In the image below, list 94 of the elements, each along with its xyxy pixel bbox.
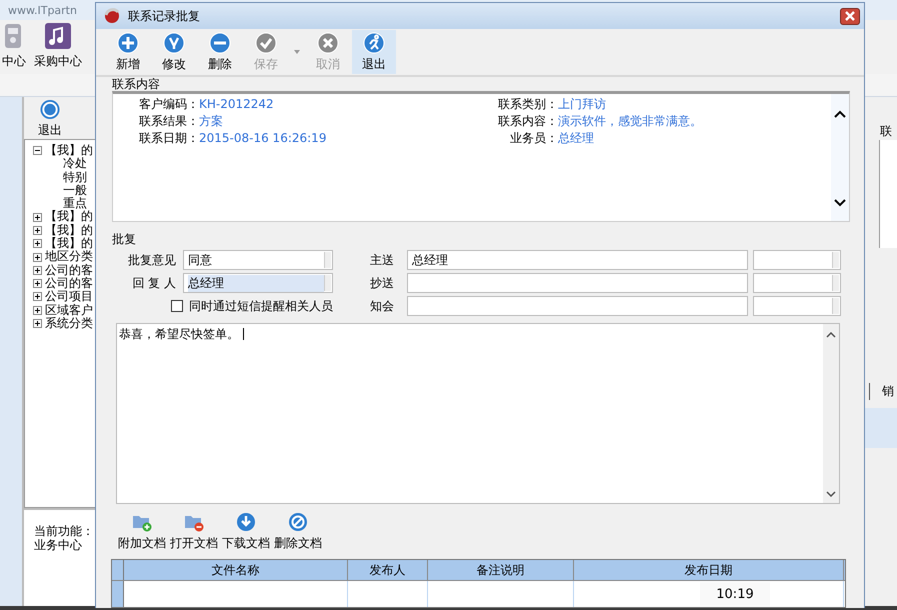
tree-item[interactable]: 公司的客 bbox=[45, 276, 93, 290]
expand-icon[interactable] bbox=[33, 212, 42, 222]
toolbar-button[interactable]: 修改 bbox=[152, 30, 196, 74]
tree-item[interactable]: 【我】的 bbox=[45, 144, 93, 158]
column-header[interactable]: 发布日期 bbox=[574, 560, 844, 580]
field-label: 联系内容： bbox=[497, 113, 558, 130]
collapse-icon[interactable] bbox=[33, 146, 42, 156]
music-icon bbox=[45, 23, 71, 49]
scroll-up-icon[interactable] bbox=[826, 332, 836, 338]
tree-item[interactable]: 【我】的 bbox=[45, 210, 93, 224]
column-header[interactable]: 发布人 bbox=[348, 560, 428, 580]
tree-item[interactable]: 【我】的 bbox=[45, 237, 93, 250]
opinion-dropdown[interactable]: 同意 bbox=[183, 250, 333, 270]
app-title: www.ITpartn bbox=[8, 4, 77, 16]
replier-dropdown[interactable]: 总经理 bbox=[183, 273, 333, 293]
header-bar bbox=[865, 408, 897, 448]
module-button[interactable]: 中心 bbox=[2, 23, 26, 70]
checkbox[interactable] bbox=[171, 300, 183, 312]
expand-icon[interactable] bbox=[33, 279, 42, 288]
field-label: 客户编码： bbox=[138, 96, 199, 113]
field-label: 回 复 人 bbox=[131, 274, 177, 292]
column-header[interactable]: 备注说明 bbox=[428, 560, 574, 580]
expand-icon[interactable] bbox=[33, 239, 42, 248]
expand-icon[interactable] bbox=[33, 252, 42, 262]
field-label: 批复意见 bbox=[127, 252, 177, 268]
toolbar-button[interactable]: 退出 bbox=[38, 97, 62, 139]
field-label: 知会 bbox=[369, 298, 395, 314]
tree-item[interactable]: 地区分类 bbox=[45, 250, 93, 264]
check-icon bbox=[255, 32, 277, 54]
comment-field[interactable]: 恭喜，希望尽快签单。 bbox=[116, 323, 840, 504]
group-label: 联 bbox=[879, 123, 893, 140]
module-button[interactable]: 采购中心 bbox=[34, 23, 82, 70]
toolbar-button[interactable]: 删除 bbox=[198, 30, 242, 74]
scroll-down-icon[interactable] bbox=[834, 199, 846, 207]
window-title: 联系记录批复 bbox=[128, 8, 200, 24]
scroll-down-icon[interactable] bbox=[826, 491, 836, 497]
download-icon bbox=[236, 512, 256, 532]
tree-item[interactable]: 区域客户 bbox=[45, 304, 93, 317]
checkbox-label: 同时通过短信提醒相关人员 bbox=[189, 298, 333, 314]
scroll-up-icon[interactable] bbox=[834, 110, 846, 118]
close-icon bbox=[845, 11, 855, 21]
caret-icon bbox=[294, 50, 300, 54]
prohibited-icon bbox=[288, 512, 308, 532]
document-button[interactable]: 打开文档 bbox=[169, 512, 219, 552]
tree-item[interactable]: 重点 bbox=[63, 196, 87, 210]
document-button[interactable]: 附加文档 bbox=[117, 512, 167, 552]
status-label: 当前功能： bbox=[34, 524, 95, 538]
field-label: 主送 bbox=[369, 252, 395, 268]
tree-item[interactable]: 【我】的 bbox=[45, 224, 93, 238]
input-field[interactable] bbox=[407, 273, 748, 293]
tree-item[interactable]: 公司的客 bbox=[45, 264, 93, 277]
toolbar-button[interactable]: 退出 bbox=[352, 30, 396, 74]
input-field[interactable]: 总经理 bbox=[407, 250, 748, 270]
field-label: 联系日期： bbox=[138, 130, 199, 147]
scrollbar[interactable] bbox=[823, 324, 839, 503]
tree-item[interactable]: 一般 bbox=[63, 182, 87, 197]
clock-tooltip: 10:19 bbox=[700, 582, 770, 606]
expand-icon[interactable] bbox=[33, 266, 42, 275]
tree-item[interactable]: 冷处 bbox=[63, 156, 87, 170]
row-header[interactable] bbox=[112, 581, 124, 607]
tree-item[interactable]: 特别 bbox=[63, 170, 87, 184]
toolbar-button[interactable]: 新增 bbox=[106, 30, 150, 74]
device-icon bbox=[5, 23, 23, 49]
minus-icon bbox=[209, 32, 231, 54]
tree-item[interactable]: 系统分类 bbox=[45, 316, 93, 330]
scrollbar[interactable] bbox=[831, 94, 849, 221]
field-value: 方案 bbox=[199, 113, 223, 130]
close-button[interactable] bbox=[840, 8, 860, 24]
tree-item[interactable]: 公司项目 bbox=[45, 290, 93, 304]
field-value: 上门拜访 bbox=[558, 96, 606, 113]
app-logo-icon bbox=[104, 8, 120, 24]
input-field[interactable] bbox=[407, 296, 748, 316]
tab[interactable]: 销 bbox=[869, 383, 897, 400]
plus-icon bbox=[117, 32, 139, 54]
field-label: 抄送 bbox=[369, 274, 395, 292]
expand-icon[interactable] bbox=[33, 306, 42, 315]
cross-icon bbox=[317, 32, 339, 54]
field-label: 业务员： bbox=[509, 130, 558, 147]
column-header[interactable]: 文件名称 bbox=[124, 560, 348, 580]
section-label: 联系内容 bbox=[112, 77, 161, 91]
expand-icon[interactable] bbox=[33, 319, 42, 328]
field-label: 联系类别： bbox=[497, 96, 558, 113]
field-value: 2015-08-16 16:26:19 bbox=[199, 130, 326, 147]
status-value: 业务中心 bbox=[34, 538, 83, 552]
field-value: KH-2012242 bbox=[199, 96, 274, 113]
edit-icon bbox=[163, 32, 185, 54]
section-label: 批复 bbox=[112, 232, 137, 246]
field-label: 联系结果： bbox=[138, 113, 199, 130]
document-button[interactable]: 删除文档 bbox=[273, 512, 323, 552]
expand-icon[interactable] bbox=[33, 226, 42, 235]
expand-icon[interactable] bbox=[33, 292, 42, 302]
field-value: 演示软件，感觉非常满意。 bbox=[558, 113, 702, 130]
document-button[interactable]: 下载文档 bbox=[221, 512, 271, 552]
field-value: 总经理 bbox=[558, 130, 594, 147]
